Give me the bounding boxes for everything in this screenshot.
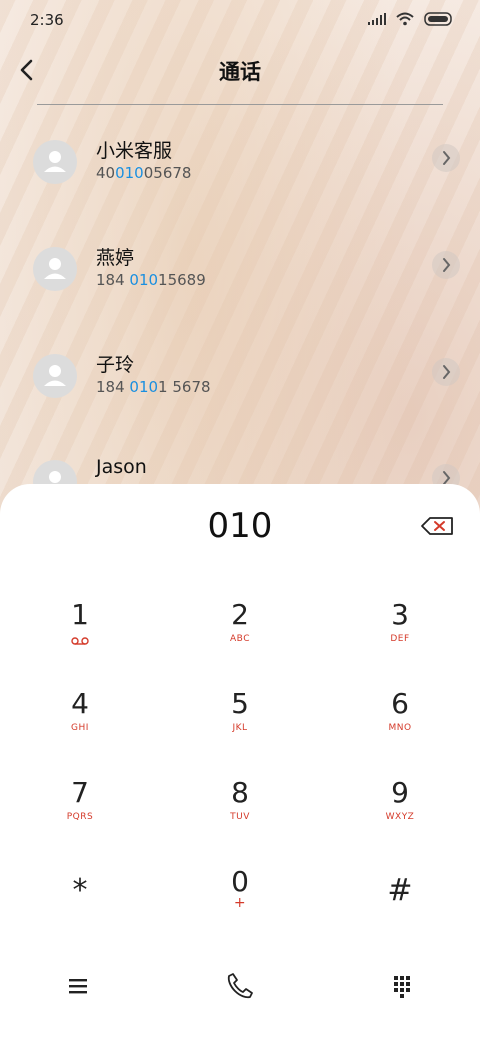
signal-icon xyxy=(368,13,386,25)
call-button[interactable] xyxy=(218,964,262,1008)
key-0[interactable]: 0 + xyxy=(185,865,295,943)
key-5[interactable]: 5 JKL xyxy=(185,687,295,765)
key-1[interactable]: 1 xyxy=(25,598,135,676)
dialed-number: 010 xyxy=(207,506,273,546)
key-letters: PQRS xyxy=(66,812,94,822)
avatar xyxy=(33,354,77,398)
avatar xyxy=(33,140,77,184)
contact-number: 4001005678 xyxy=(96,164,192,182)
key-letters: TUV xyxy=(230,812,250,822)
key-letters: + xyxy=(233,895,247,911)
contact-number: 184 0101 5678 xyxy=(96,378,211,396)
status-bar: 2:36 xyxy=(0,0,480,40)
chevron-right-icon xyxy=(443,365,451,379)
avatar xyxy=(33,247,77,291)
menu-button[interactable] xyxy=(56,964,100,1008)
contact-item[interactable]: 子玲 184 0101 5678 xyxy=(0,350,480,440)
key-digit: 8 xyxy=(231,776,249,809)
key-letters: JKL xyxy=(232,723,248,733)
person-icon xyxy=(44,365,66,386)
keypad-icon xyxy=(394,976,410,998)
key-symbol: # xyxy=(387,873,413,908)
key-8[interactable]: 8 TUV xyxy=(185,776,295,854)
key-letters: ABC xyxy=(230,634,250,644)
key-letters: MNO xyxy=(388,723,412,733)
key-digit: 1 xyxy=(71,598,89,631)
key-hash[interactable]: # xyxy=(345,865,455,943)
key-digit: 9 xyxy=(391,776,409,809)
page-title: 通话 xyxy=(219,60,261,84)
key-4[interactable]: 4 GHI xyxy=(25,687,135,765)
contact-number: 184 01015689 xyxy=(96,271,206,289)
contact-detail-button[interactable] xyxy=(432,144,460,172)
key-digit: 0 xyxy=(231,865,249,898)
contact-name: 燕婷 xyxy=(96,247,135,269)
backspace-icon xyxy=(421,517,453,535)
key-letters: DEF xyxy=(390,634,410,644)
dialer-panel: 010 1 2 ABC 3 DEF 4 GHI 5 JKL 6 MNO 7 PQ… xyxy=(0,484,480,1040)
backspace-button[interactable] xyxy=(420,514,456,538)
voicemail-icon xyxy=(71,637,89,645)
contact-name: Jason xyxy=(96,456,147,478)
key-3[interactable]: 3 DEF xyxy=(345,598,455,676)
key-symbol: * xyxy=(72,873,88,908)
key-letters: WXYZ xyxy=(385,812,415,822)
phone-icon xyxy=(227,973,253,999)
key-2[interactable]: 2 ABC xyxy=(185,598,295,676)
key-7[interactable]: 7 PQRS xyxy=(25,776,135,854)
key-digit: 3 xyxy=(391,598,409,631)
contact-name: 子玲 xyxy=(96,354,135,376)
person-icon xyxy=(44,151,66,172)
contact-name: 小米客服 xyxy=(96,140,173,162)
wifi-icon xyxy=(396,12,414,26)
header-divider xyxy=(37,104,443,105)
person-icon xyxy=(44,258,66,279)
status-time: 2:36 xyxy=(30,11,64,29)
chevron-right-icon xyxy=(443,258,451,272)
contact-item[interactable]: 小米客服 4001005678 xyxy=(0,136,480,226)
key-digit: 7 xyxy=(71,776,89,809)
menu-icon xyxy=(69,979,87,994)
header: 通话 xyxy=(0,40,480,104)
key-9[interactable]: 9 WXYZ xyxy=(345,776,455,854)
chevron-right-icon xyxy=(443,151,451,165)
key-digit: 4 xyxy=(71,687,89,720)
contact-item[interactable]: 燕婷 184 01015689 xyxy=(0,243,480,333)
battery-icon xyxy=(424,12,452,26)
key-digit: 6 xyxy=(391,687,409,720)
key-digit: 2 xyxy=(231,598,249,631)
contact-detail-button[interactable] xyxy=(432,251,460,279)
contact-detail-button[interactable] xyxy=(432,358,460,386)
key-letters: GHI xyxy=(71,723,89,733)
keypad-toggle-button[interactable] xyxy=(380,964,424,1008)
key-digit: 5 xyxy=(231,687,249,720)
key-star[interactable]: * xyxy=(25,865,135,943)
key-6[interactable]: 6 MNO xyxy=(345,687,455,765)
status-icons xyxy=(368,12,454,26)
